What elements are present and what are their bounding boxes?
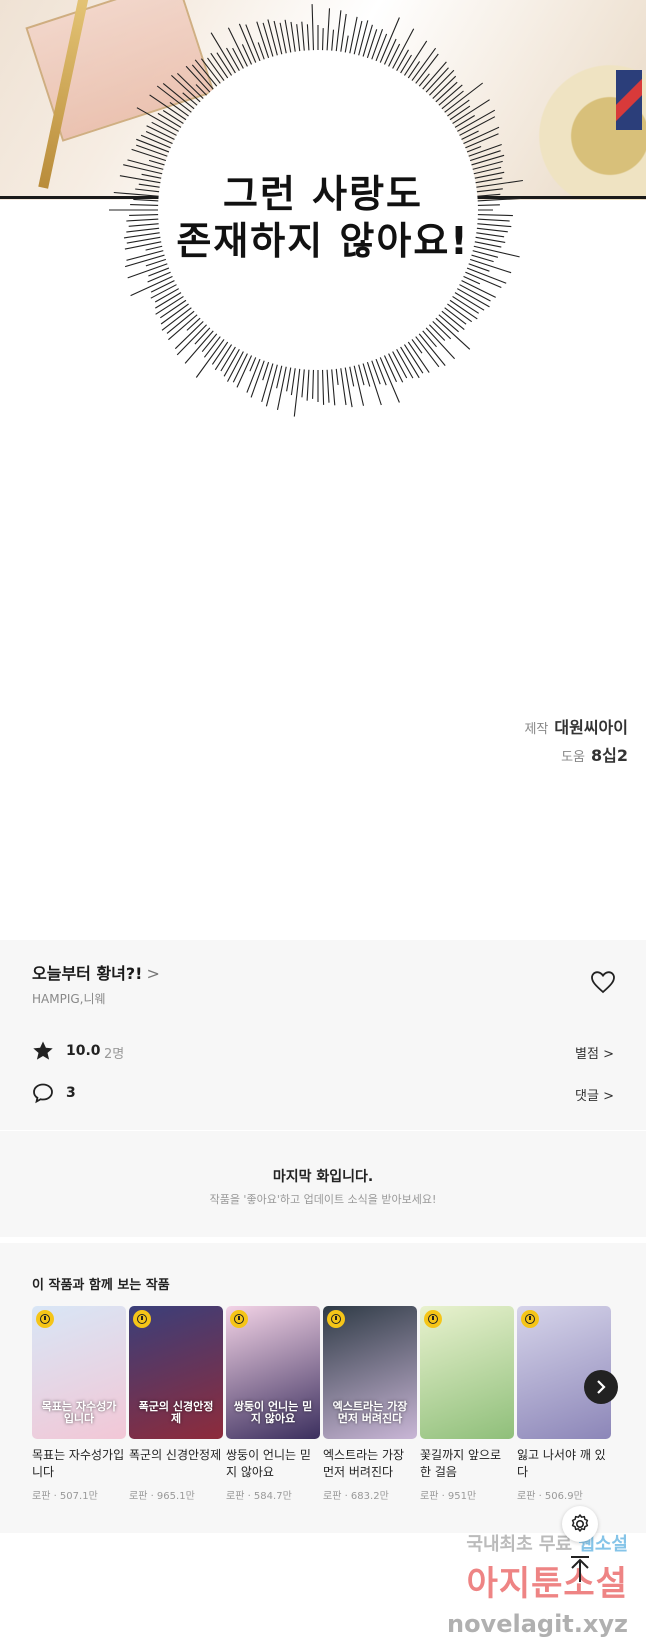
cover-title-art: 목표는 자수성가입니다 — [41, 1399, 117, 1425]
watermark-line2: 아지툰소설 — [466, 1564, 628, 1604]
recommendation-title: 폭군의 신경안정제 — [129, 1448, 222, 1462]
recommendation-card[interactable]: 엑스트라는 가장 먼저 버려진다 엑스트라는 가장 먼저 버려진다 로판 · 683… — [323, 1306, 417, 1502]
credit-name: 대원씨아이 — [554, 718, 628, 737]
recommendation-title: 쌍둥이 언니는 믿지 않아요 — [226, 1448, 311, 1480]
settings-button[interactable] — [562, 1506, 598, 1542]
recommendations-section: 이 작품과 함께 보는 작품 목표는 자수성가입니다 목표는 자수성가입니다 로판 … — [0, 1243, 646, 1533]
comment-bubble-icon — [33, 1083, 53, 1104]
recommendation-title: 잃고 나서야 깨 있다 — [517, 1448, 606, 1480]
wait-free-clock-icon — [521, 1310, 539, 1328]
series-title-link[interactable]: 오늘부터 황녀?! > — [32, 960, 160, 984]
gear-icon — [571, 1514, 589, 1532]
recommendation-cover: 폭군의 신경안정제 — [129, 1306, 223, 1439]
credit-production: 제작 대원씨아이 — [524, 714, 628, 738]
cover-title-art: 엑스트라는 가장 먼저 버려진다 — [332, 1399, 408, 1425]
recommendation-card[interactable]: 꽃길까지 앞으로 한 걸음로판 · 951만 — [420, 1306, 514, 1502]
panel-art-flag — [616, 70, 642, 130]
recommendation-meta: 로판 · 951만 — [420, 1491, 477, 1502]
comment-count: 3 — [66, 1085, 76, 1101]
recommendation-cover — [420, 1306, 514, 1439]
recommendation-cover: 목표는 자수성가입니다 — [32, 1306, 126, 1439]
last-episode-notice: 마지막 화입니다. 작품을 '좋아요'하고 업데이트 소식을 받아보세요! — [0, 1131, 646, 1237]
rating-count: 2명 — [104, 1047, 125, 1062]
recommendation-carousel: 목표는 자수성가입니다 목표는 자수성가입니다 로판 · 507.1만 폭군의 신경안… — [32, 1306, 646, 1516]
credit-assist: 도움 8십2 — [561, 742, 628, 766]
wait-free-clock-icon — [133, 1310, 151, 1328]
last-episode-title: 마지막 화입니다. — [272, 1169, 374, 1185]
recommendation-cover: 쌍둥이 언니는 믿지 않아요 — [226, 1306, 320, 1439]
wait-free-clock-icon — [327, 1310, 345, 1328]
recommendation-card[interactable]: 잃고 나서야 깨 있다로판 · 506.9만 — [517, 1306, 611, 1502]
chevron-right-icon — [597, 1380, 606, 1394]
speech-text-line2: 존재하지 않아요! — [176, 219, 470, 263]
recommendation-title: 목표는 자수성가입니다 — [32, 1448, 125, 1480]
carousel-next-button[interactable] — [584, 1370, 618, 1404]
comment-row: 3 댓글 > — [32, 1082, 614, 1106]
cover-title-art: 폭군의 신경안정제 — [138, 1399, 214, 1425]
rate-link[interactable]: 별점 > — [575, 1043, 614, 1062]
series-authors: HAMPIG,니웨 — [32, 992, 106, 1006]
recommendation-meta: 로판 · 584.7만 — [226, 1491, 292, 1502]
credit-role: 도움 — [561, 750, 585, 765]
series-info-section: 오늘부터 황녀?! > HAMPIG,니웨 10.0 2명 별점 > 3 댓글 > — [0, 940, 646, 1130]
rating-row: 10.0 2명 별점 > — [32, 1040, 614, 1064]
recommendation-meta: 로판 · 683.2만 — [323, 1491, 389, 1502]
scroll-top-arrow-icon[interactable] — [562, 1552, 598, 1588]
recommendation-card[interactable]: 목표는 자수성가입니다 목표는 자수성가입니다 로판 · 507.1만 — [32, 1306, 126, 1502]
comment-link[interactable]: 댓글 > — [575, 1085, 614, 1104]
recommendation-meta: 로판 · 965.1만 — [129, 1491, 195, 1502]
wait-free-clock-icon — [424, 1310, 442, 1328]
wait-free-clock-icon — [230, 1310, 248, 1328]
star-icon — [33, 1041, 53, 1060]
series-title: 오늘부터 황녀?! — [32, 964, 143, 983]
wait-free-clock-icon — [36, 1310, 54, 1328]
recommendations-heading: 이 작품과 함께 보는 작품 — [32, 1278, 170, 1293]
recommendation-cover: 엑스트라는 가장 먼저 버려진다 — [323, 1306, 417, 1439]
viewer-page: 그런 사랑도 존재하지 않아요! 제작 대원씨아이 도움 8십2 오늘부터 황녀?!… — [0, 0, 646, 1648]
credit-name: 8십2 — [591, 746, 628, 765]
watermark-line1: 국내최초 무료 웹소설 — [466, 1530, 628, 1556]
recommendation-card[interactable]: 폭군의 신경안정제 폭군의 신경안정제 로판 · 965.1만 — [129, 1306, 223, 1502]
heart-icon[interactable] — [590, 970, 616, 994]
recommendation-title: 엑스트라는 가장 먼저 버려진다 — [323, 1448, 405, 1480]
rating-value: 10.0 — [66, 1043, 101, 1059]
last-episode-subtitle: 작품을 '좋아요'하고 업데이트 소식을 받아보세요! — [209, 1193, 437, 1206]
chevron-right-icon: > — [146, 964, 160, 983]
recommendation-meta: 로판 · 506.9만 — [517, 1491, 583, 1502]
cover-title-art: 쌍둥이 언니는 믿지 않아요 — [233, 1399, 313, 1425]
recommendation-title: 꽃길까지 앞으로 한 걸음 — [420, 1448, 502, 1480]
recommendation-card[interactable]: 쌍둥이 언니는 믿지 않아요 쌍둥이 언니는 믿지 않아요 로판 · 584.7만 — [226, 1306, 320, 1502]
watermark-line3: novelagit.xyz — [446, 1610, 628, 1638]
credit-role: 제작 — [524, 722, 549, 737]
recommendation-meta: 로판 · 507.1만 — [32, 1491, 98, 1502]
